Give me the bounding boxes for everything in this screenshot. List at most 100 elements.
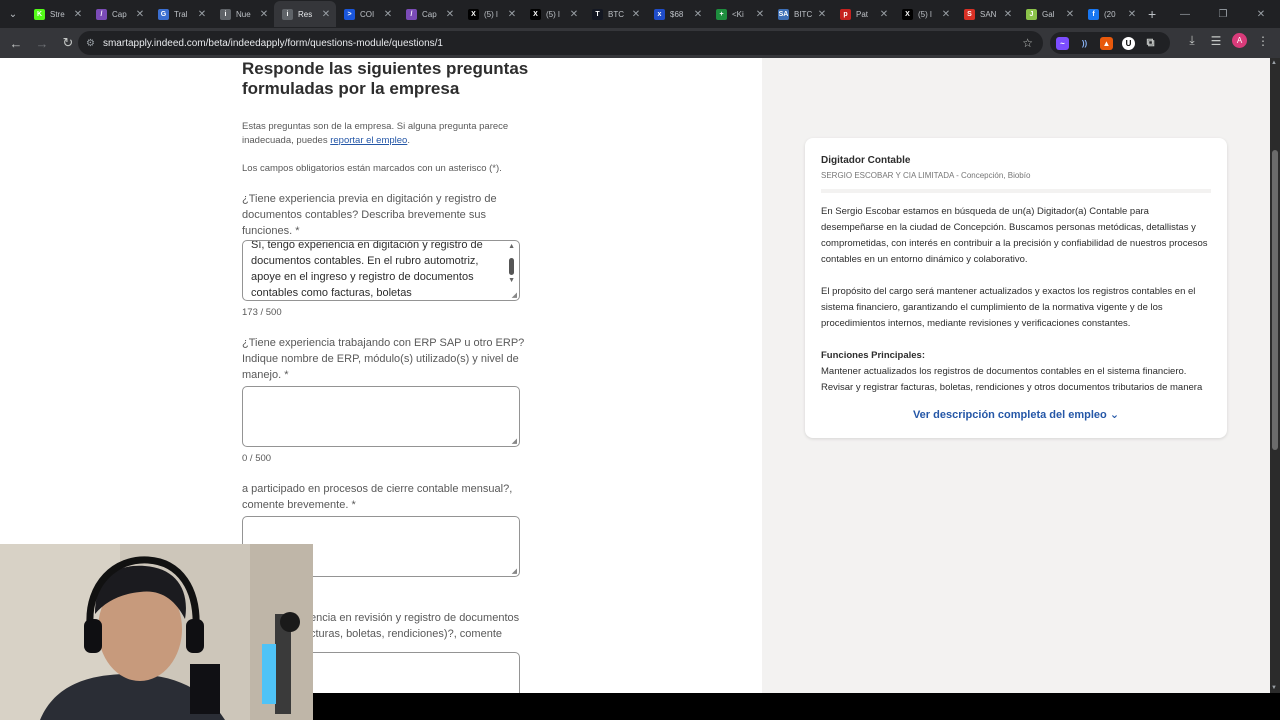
profile-avatar[interactable]: A [1232,33,1247,48]
chevron-down-icon[interactable]: ⌄ [1110,409,1119,421]
download-icon[interactable]: ⤓ [1184,33,1200,48]
char-count: 0 / 500 [242,453,272,464]
tab-close-icon[interactable]: ✕ [630,9,642,20]
reading-list-icon[interactable]: ☰ [1208,34,1224,48]
tab-close-icon[interactable]: ✕ [382,9,394,20]
tab-search-icon[interactable]: ⌄ [0,0,26,28]
tab-close-icon[interactable]: ✕ [692,9,704,20]
tab-close-icon[interactable]: ✕ [506,9,518,20]
browser-tab[interactable]: S SAN ✕ [956,1,1018,27]
reload-button[interactable]: ↻ [56,31,80,55]
answer-textarea[interactable]: Sí, tengo experiencia en digitación y re… [242,240,520,301]
browser-tab[interactable]: / Cap ✕ [88,1,150,27]
tab-title[interactable]: Stre [50,10,72,19]
scroll-down-icon[interactable]: ▼ [508,277,515,284]
page-scrollbar-thumb[interactable] [1272,150,1278,450]
functions-heading: Funciones Principales: [821,350,925,361]
tab-title[interactable]: Nue [236,10,258,19]
url-text[interactable]: smartapply.indeed.com/beta/indeedapply/f… [103,38,443,49]
textarea-scrollbar-thumb[interactable] [509,258,514,275]
browser-toolbar: ← → ↻ ⚙ smartapply.indeed.com/beta/indee… [0,28,1280,58]
browser-tab[interactable]: K Stre ✕ [26,1,88,27]
tab-title[interactable]: <Ki [732,10,754,19]
tab-title[interactable]: BTC [608,10,630,19]
full-description-link[interactable]: Ver descripción completa del empleo ⌄ [805,408,1227,421]
browser-tab[interactable]: X (5) l ✕ [522,1,584,27]
minimize-icon[interactable]: — [1166,9,1204,20]
tab-favicon-icon: p [840,8,851,20]
full-description-label[interactable]: Ver descripción completa del empleo [913,409,1107,421]
tab-title[interactable]: Res [298,10,320,19]
tab-title[interactable]: Gal [1042,10,1064,19]
close-window-icon[interactable]: ✕ [1242,9,1280,20]
tab-close-icon[interactable]: ✕ [816,9,828,20]
tab-close-icon[interactable]: ✕ [940,9,952,20]
tab-title[interactable]: (5) l [484,10,506,19]
tab-close-icon[interactable]: ✕ [1064,9,1076,20]
tab-close-icon[interactable]: ✕ [1002,9,1014,20]
browser-tab[interactable]: X (5) l ✕ [894,1,956,27]
resize-grip-icon[interactable]: ◢ [512,567,517,575]
tab-title[interactable]: (20 [1104,10,1126,19]
browser-tab[interactable]: p Pat ✕ [832,1,894,27]
browser-tab[interactable]: + <Ki ✕ [708,1,770,27]
tab-close-icon[interactable]: ✕ [258,9,270,20]
answer-text[interactable]: Sí, tengo experiencia en digitación y re… [251,241,496,300]
tab-close-icon[interactable]: ✕ [754,9,766,20]
browser-tab[interactable]: f (20 ✕ [1080,1,1142,27]
tab-close-icon[interactable]: ✕ [134,9,146,20]
tab-close-icon[interactable]: ✕ [878,9,890,20]
tab-title[interactable]: Cap [112,10,134,19]
browser-tab[interactable]: x $68 ✕ [646,1,708,27]
puzzle-icon[interactable]: ⧉ [1144,37,1157,50]
maximize-icon[interactable]: ❐ [1204,9,1242,20]
tab-title[interactable]: (5) l [546,10,568,19]
extension-icon[interactable]: U [1122,36,1135,50]
browser-tab[interactable]: / Cap ✕ [398,1,460,27]
browser-tab[interactable]: > COI ✕ [336,1,398,27]
forward-button[interactable]: → [30,31,54,55]
tab-title[interactable]: COI [360,10,382,19]
site-info-icon[interactable]: ⚙ [86,38,95,49]
extension-icon[interactable]: )) [1078,37,1091,50]
question-label: a participado en procesos de cierre cont… [242,483,513,511]
browser-tab[interactable]: i Nue ✕ [212,1,274,27]
new-tab-button[interactable]: + [1148,6,1156,22]
extension-icon[interactable]: ▲ [1100,36,1113,50]
tab-close-icon[interactable]: ✕ [320,9,332,20]
tab-title[interactable]: (5) l [918,10,940,19]
answer-textarea[interactable]: ◢ [242,386,520,447]
extension-icon[interactable]: ~ [1056,36,1069,50]
back-button[interactable]: ← [4,31,28,55]
tab-title[interactable]: $68 [670,10,692,19]
browser-tab[interactable]: X (5) l ✕ [460,1,522,27]
tab-title[interactable]: Cap [422,10,444,19]
page-scrollbar[interactable]: ▲ ▼ [1270,58,1280,693]
toolbar-right: ⤓ ☰ A ⋮ [1184,33,1271,48]
tab-title[interactable]: Tral [174,10,196,19]
browser-tab[interactable]: J Gal ✕ [1018,1,1080,27]
menu-icon[interactable]: ⋮ [1255,34,1271,48]
browser-tab[interactable]: G Tral ✕ [150,1,212,27]
tab-close-icon[interactable]: ✕ [568,9,580,20]
tab-close-icon[interactable]: ✕ [1126,9,1138,20]
report-job-link[interactable]: reportar el empleo [330,135,407,146]
tab-title[interactable]: BITC [794,10,816,19]
tab-title[interactable]: SAN [980,10,1002,19]
browser-tab[interactable]: SA BITC ✕ [770,1,832,27]
browser-tab[interactable]: i Res ✕ [274,1,336,27]
browser-tab[interactable]: T BTC ✕ [584,1,646,27]
scroll-up-icon[interactable]: ▲ [508,243,515,250]
tab-close-icon[interactable]: ✕ [196,9,208,20]
scroll-up-icon[interactable]: ▲ [1271,60,1277,66]
scroll-down-icon[interactable]: ▼ [1271,685,1277,691]
resize-grip-icon[interactable]: ◢ [512,437,517,445]
tab-favicon-icon: f [1088,8,1099,20]
tab-close-icon[interactable]: ✕ [72,9,84,20]
bookmark-star-icon[interactable]: ☆ [1022,36,1033,50]
resize-grip-icon[interactable]: ◢ [512,291,517,299]
address-bar[interactable]: ⚙ smartapply.indeed.com/beta/indeedapply… [78,31,1043,55]
tab-close-icon[interactable]: ✕ [444,9,456,20]
job-paragraph: En Sergio Escobar estamos en búsqueda de… [821,206,1208,265]
tab-title[interactable]: Pat [856,10,878,19]
